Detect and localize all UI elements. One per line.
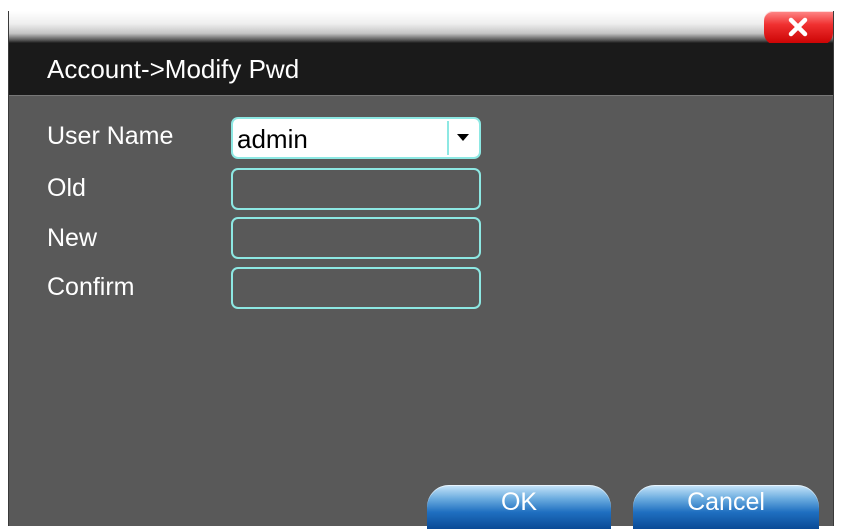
new-password-label: New <box>47 224 98 252</box>
close-x-icon <box>788 17 808 37</box>
user-name-select[interactable]: admin <box>231 117 481 159</box>
dropdown-button[interactable] <box>447 121 477 155</box>
close-button[interactable] <box>764 11 833 45</box>
ok-button[interactable]: OK <box>427 485 611 529</box>
old-password-label: Old <box>47 174 86 202</box>
modify-password-dialog: Account->Modify Pwd User Name admin Old … <box>8 11 834 529</box>
dialog-title: Account->Modify Pwd <box>47 54 300 84</box>
title-bar: Account->Modify Pwd <box>9 43 833 96</box>
confirm-password-field[interactable] <box>231 267 481 309</box>
cancel-button[interactable]: Cancel <box>633 485 819 529</box>
confirm-password-label: Confirm <box>47 273 135 301</box>
user-name-label: User Name <box>47 122 174 150</box>
user-name-value: admin <box>237 124 308 154</box>
chevron-down-icon <box>457 134 469 141</box>
old-password-field[interactable] <box>231 168 481 210</box>
window-frame-top <box>9 11 833 43</box>
new-password-field[interactable] <box>231 217 481 259</box>
